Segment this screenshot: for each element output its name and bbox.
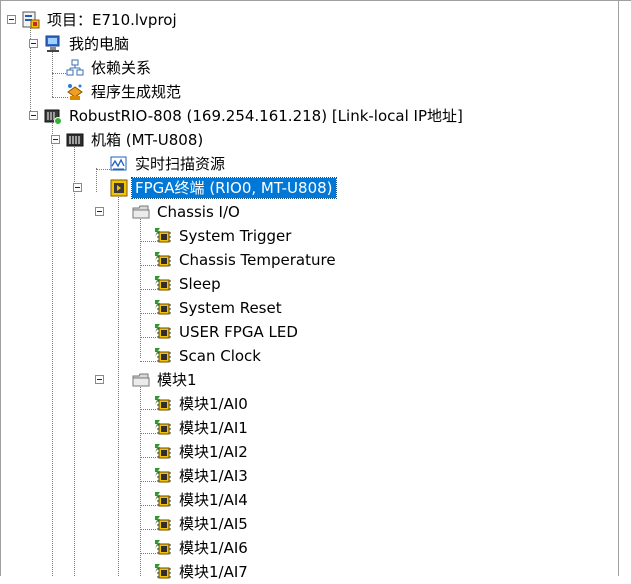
fpga-io-icon [154,347,172,365]
fpga-io-icon [154,299,172,317]
collapse-toggle-module1[interactable] [95,375,104,384]
tree-node-io-item[interactable]: Chassis Temperature [154,248,339,272]
dependencies-icon [66,59,84,77]
collapse-toggle-my-computer[interactable] [29,39,38,48]
tree-node-label: Sleep [179,275,221,293]
tree-node-label: 模块1/AI3 [179,467,248,485]
fpga-io-icon [154,563,172,581]
fpga-io-icon [154,515,172,533]
collapse-toggle-project[interactable] [7,15,16,24]
tree-line [52,120,53,576]
tree-node-io-item[interactable]: System Trigger [154,224,294,248]
fpga-io-icon [154,419,172,437]
tree-node-chassis[interactable]: 机箱 (MT-U808) [66,128,206,152]
tree-node-project[interactable]: 项目：E710.lvproj [22,8,180,32]
tree-node-fpga-target[interactable]: FPGA终端 (RIO0, MT-U808) [110,176,337,200]
tree-node-label: 依赖关系 [91,59,152,77]
tree-node-label: System Reset [179,299,282,317]
tree-node-label: 模块1/AI5 [179,515,248,533]
fpga-io-icon [154,251,172,269]
tree-node-module1[interactable]: 模块1 [132,368,200,392]
tree-node-io-item[interactable]: 模块1/AI7 [154,560,251,584]
tree-node-scan-engine[interactable]: 实时扫描资源 [110,152,228,176]
fpga-io-icon [154,539,172,557]
tree-node-label: 模块1/AI2 [179,443,248,461]
tree-node-label: Chassis Temperature [179,251,336,269]
collapse-toggle-fpga[interactable] [73,183,82,192]
tree-node-target[interactable]: RobustRIO-808 (169.254.161.218) [Link-lo… [44,104,466,128]
tree-node-label: 模块1/AI0 [179,395,248,413]
tree-border-right [618,0,619,576]
project-tree[interactable]: 项目：E710.lvproj 我的电脑 依赖关系 程序生成规范 RobustRI… [0,0,631,581]
tree-line [74,144,75,576]
tree-node-label: 模块1/AI4 [179,491,248,509]
tree-node-label: 模块1 [157,371,197,389]
tree-node-io-item[interactable]: 模块1/AI5 [154,512,251,536]
tree-node-label: 机箱 (MT-U808) [91,131,204,149]
tree-node-io-item[interactable]: 模块1/AI3 [154,464,251,488]
folder-icon [132,371,150,389]
fpga-target-icon [110,179,128,197]
tree-node-label: 项目：E710.lvproj [47,11,177,29]
tree-line [96,168,97,192]
tree-node-io-item[interactable]: 模块1/AI1 [154,416,251,440]
tree-node-chassis-io[interactable]: Chassis I/O [132,200,243,224]
tree-node-label: 模块1/AI1 [179,419,248,437]
tree-border-top [0,0,631,1]
tree-node-io-item[interactable]: 模块1/AI4 [154,488,251,512]
computer-icon [44,35,62,53]
tree-border-left [0,0,1,576]
project-icon [22,11,40,29]
tree-node-io-item[interactable]: System Reset [154,296,285,320]
tree-node-io-item[interactable]: Scan Clock [154,344,264,368]
fpga-io-icon [154,323,172,341]
tree-node-label: Scan Clock [179,347,261,365]
chassis-icon [66,131,84,149]
tree-node-io-item[interactable]: USER FPGA LED [154,320,301,344]
tree-node-io-item[interactable]: Sleep [154,272,224,296]
tree-line [118,192,119,576]
tree-node-label: USER FPGA LED [179,323,298,341]
tree-node-io-item[interactable]: 模块1/AI2 [154,440,251,464]
tree-node-io-item[interactable]: 模块1/AI0 [154,392,251,416]
fpga-io-icon [154,491,172,509]
tree-node-my-computer[interactable]: 我的电脑 [44,32,132,56]
tree-node-label: Chassis I/O [157,203,240,221]
fpga-io-icon [154,227,172,245]
collapse-toggle-target[interactable] [29,111,38,120]
tree-line [140,384,141,576]
tree-node-io-item[interactable]: 模块1/AI6 [154,536,251,560]
scan-engine-icon [110,155,128,173]
tree-node-build-specs[interactable]: 程序生成规范 [66,80,184,104]
rio-target-icon [44,107,62,125]
tree-node-label: FPGA终端 (RIO0, MT-U808) [131,177,337,199]
tree-node-label: RobustRIO-808 (169.254.161.218) [Link-lo… [69,107,463,125]
tree-node-dependencies[interactable]: 依赖关系 [66,56,154,80]
tree-node-label: 实时扫描资源 [135,155,226,173]
tree-node-label: 模块1/AI6 [179,539,248,557]
fpga-io-icon [154,275,172,293]
tree-node-label: 程序生成规范 [91,83,182,101]
build-specs-icon [66,83,84,101]
collapse-toggle-chassis-io[interactable] [95,207,104,216]
tree-node-label: 我的电脑 [69,35,130,53]
fpga-io-icon [154,467,172,485]
fpga-io-icon [154,443,172,461]
fpga-io-icon [154,395,172,413]
collapse-toggle-chassis[interactable] [51,135,60,144]
folder-icon [132,203,150,221]
tree-node-label: System Trigger [179,227,292,245]
tree-node-label: 模块1/AI7 [179,563,248,581]
